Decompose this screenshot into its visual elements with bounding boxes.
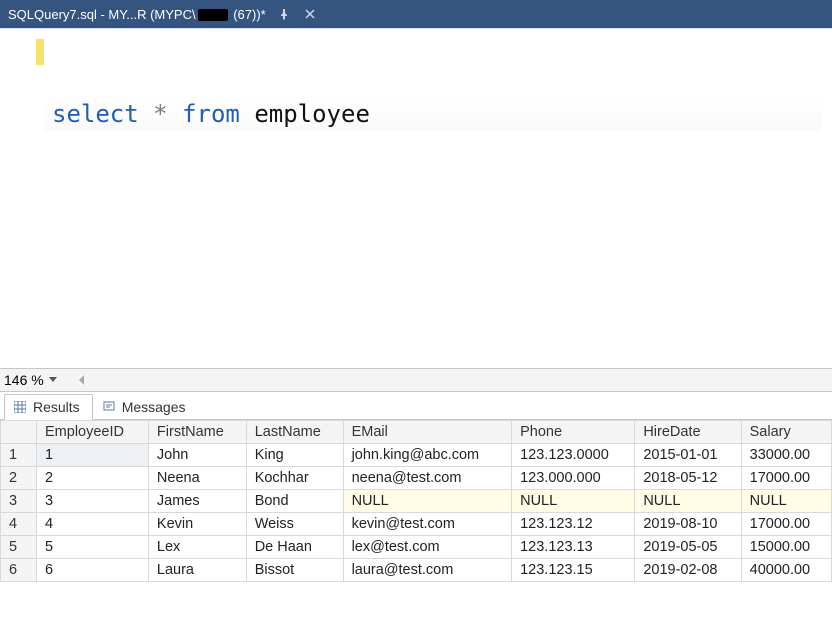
tab-messages[interactable]: Messages bbox=[93, 394, 199, 419]
star-token: * bbox=[153, 100, 167, 128]
column-header[interactable]: Phone bbox=[512, 421, 635, 444]
cell[interactable]: De Haan bbox=[246, 536, 343, 559]
cell[interactable]: lex@test.com bbox=[343, 536, 512, 559]
tab-results-label: Results bbox=[33, 399, 80, 415]
column-header[interactable]: FirstName bbox=[148, 421, 246, 444]
cell[interactable]: 123.123.0000 bbox=[512, 444, 635, 467]
cell[interactable]: 2019-02-08 bbox=[635, 559, 741, 582]
cell[interactable]: 6 bbox=[37, 559, 149, 582]
cell[interactable]: 17000.00 bbox=[741, 513, 831, 536]
cell[interactable]: 40000.00 bbox=[741, 559, 831, 582]
cell[interactable]: 123.123.12 bbox=[512, 513, 635, 536]
cell[interactable]: 123.000.000 bbox=[512, 467, 635, 490]
tab-messages-label: Messages bbox=[122, 399, 186, 415]
table-row[interactable]: 44KevinWeisskevin@test.com123.123.122019… bbox=[1, 513, 832, 536]
cell[interactable]: Laura bbox=[148, 559, 246, 582]
messages-icon bbox=[102, 400, 116, 414]
table-row[interactable]: 22NeenaKochharneena@test.com123.000.0002… bbox=[1, 467, 832, 490]
column-header[interactable]: EMail bbox=[343, 421, 512, 444]
table-row[interactable]: 66LauraBissotlaura@test.com123.123.15201… bbox=[1, 559, 832, 582]
keyword-select: select bbox=[52, 100, 139, 128]
zoom-value: 146 % bbox=[4, 372, 44, 388]
grid-body: 11JohnKingjohn.king@abc.com123.123.00002… bbox=[1, 444, 832, 582]
grid-icon bbox=[13, 400, 27, 414]
cell[interactable]: 15000.00 bbox=[741, 536, 831, 559]
cell[interactable]: neena@test.com bbox=[343, 467, 512, 490]
column-header[interactable]: HireDate bbox=[635, 421, 741, 444]
cell[interactable]: 4 bbox=[37, 513, 149, 536]
redacted-username bbox=[198, 9, 228, 21]
cell[interactable]: Kevin bbox=[148, 513, 246, 536]
row-number[interactable]: 2 bbox=[1, 467, 37, 490]
editor-pane: select * from employee 146 % bbox=[0, 28, 832, 392]
row-number[interactable]: 5 bbox=[1, 536, 37, 559]
identifier-employee: employee bbox=[254, 100, 370, 128]
tab-results[interactable]: Results bbox=[4, 394, 93, 420]
cell[interactable]: NULL bbox=[512, 490, 635, 513]
cell[interactable]: john.king@abc.com bbox=[343, 444, 512, 467]
cell[interactable]: 2018-05-12 bbox=[635, 467, 741, 490]
column-header[interactable]: EmployeeID bbox=[37, 421, 149, 444]
cell[interactable]: 2019-08-10 bbox=[635, 513, 741, 536]
results-grid-wrap[interactable]: EmployeeIDFirstNameLastNameEMailPhoneHir… bbox=[0, 420, 832, 643]
horizontal-scrollbar[interactable] bbox=[74, 372, 832, 388]
cell[interactable]: 123.123.15 bbox=[512, 559, 635, 582]
results-tabbar: Results Messages bbox=[0, 392, 832, 420]
cell[interactable]: Bissot bbox=[246, 559, 343, 582]
zoom-bar: 146 % bbox=[0, 368, 832, 392]
line-change-marker bbox=[36, 39, 44, 65]
table-row[interactable]: 11JohnKingjohn.king@abc.com123.123.00002… bbox=[1, 444, 832, 467]
cell[interactable]: King bbox=[246, 444, 343, 467]
code-area[interactable]: select * from employee bbox=[44, 29, 832, 368]
column-header[interactable]: Salary bbox=[741, 421, 831, 444]
document-tab[interactable]: SQLQuery7.sql - MY...R (MYPC\ (67))* bbox=[0, 0, 326, 28]
document-tab-title: SQLQuery7.sql - MY...R (MYPC\ (67))* bbox=[8, 7, 266, 22]
cell[interactable]: 1 bbox=[37, 444, 149, 467]
cell[interactable]: kevin@test.com bbox=[343, 513, 512, 536]
cell[interactable]: NULL bbox=[741, 490, 831, 513]
cell[interactable]: laura@test.com bbox=[343, 559, 512, 582]
cell[interactable]: 2019-05-05 bbox=[635, 536, 741, 559]
cell[interactable]: Neena bbox=[148, 467, 246, 490]
cell[interactable]: NULL bbox=[635, 490, 741, 513]
cell[interactable]: Kochhar bbox=[246, 467, 343, 490]
editor-gutter bbox=[0, 29, 44, 368]
keyword-from: from bbox=[182, 100, 240, 128]
cell[interactable]: 2 bbox=[37, 467, 149, 490]
column-header[interactable]: LastName bbox=[246, 421, 343, 444]
cell[interactable]: Weiss bbox=[246, 513, 343, 536]
row-number[interactable]: 6 bbox=[1, 559, 37, 582]
cell[interactable]: Bond bbox=[246, 490, 343, 513]
cell[interactable]: 2015-01-01 bbox=[635, 444, 741, 467]
chevron-down-icon[interactable] bbox=[46, 373, 60, 387]
header-row: EmployeeIDFirstNameLastNameEMailPhoneHir… bbox=[1, 421, 832, 444]
cell[interactable]: 123.123.13 bbox=[512, 536, 635, 559]
corner-cell[interactable] bbox=[1, 421, 37, 444]
sql-editor[interactable]: select * from employee bbox=[0, 28, 832, 368]
zoom-dropdown[interactable]: 146 % bbox=[4, 372, 60, 388]
cell[interactable]: 17000.00 bbox=[741, 467, 831, 490]
table-row[interactable]: 33JamesBondNULLNULLNULLNULL bbox=[1, 490, 832, 513]
table-row[interactable]: 55LexDe Haanlex@test.com123.123.132019-0… bbox=[1, 536, 832, 559]
scroll-left-icon[interactable] bbox=[74, 372, 90, 388]
cell[interactable]: NULL bbox=[343, 490, 512, 513]
document-tabbar: SQLQuery7.sql - MY...R (MYPC\ (67))* bbox=[0, 0, 832, 28]
cell[interactable]: James bbox=[148, 490, 246, 513]
cell[interactable]: 3 bbox=[37, 490, 149, 513]
cell[interactable]: 33000.00 bbox=[741, 444, 831, 467]
code-line: select * from employee bbox=[44, 97, 822, 131]
pin-icon[interactable] bbox=[276, 6, 292, 22]
cell[interactable]: John bbox=[148, 444, 246, 467]
row-number[interactable]: 3 bbox=[1, 490, 37, 513]
cell[interactable]: Lex bbox=[148, 536, 246, 559]
results-grid: EmployeeIDFirstNameLastNameEMailPhoneHir… bbox=[0, 420, 832, 582]
close-icon[interactable] bbox=[302, 6, 318, 22]
row-number[interactable]: 4 bbox=[1, 513, 37, 536]
cell[interactable]: 5 bbox=[37, 536, 149, 559]
row-number[interactable]: 1 bbox=[1, 444, 37, 467]
